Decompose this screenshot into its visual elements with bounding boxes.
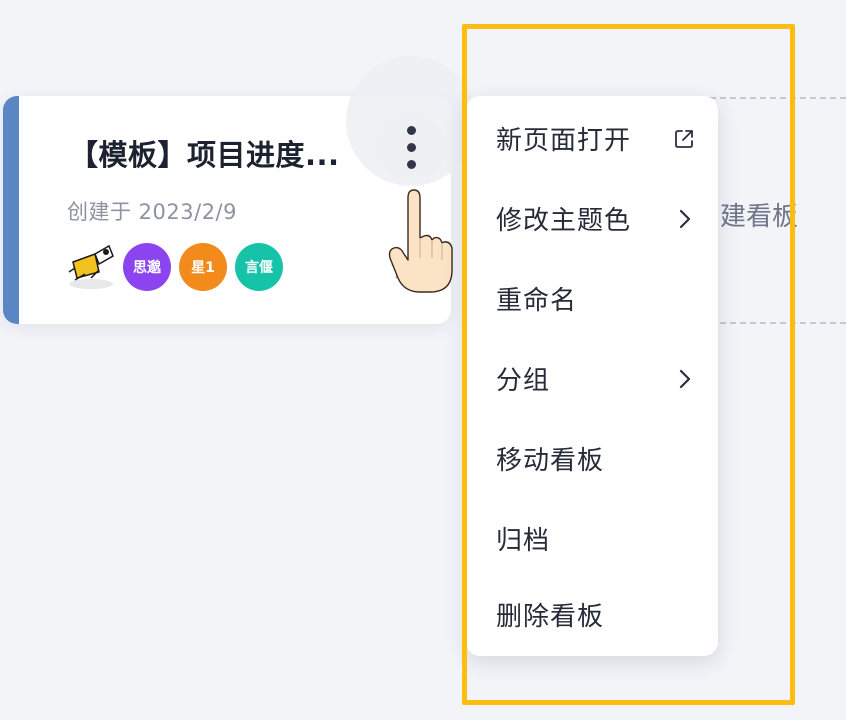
more-dot [406,142,416,152]
mascot-avatar [68,244,114,289]
more-dot [406,159,416,169]
more-options-button[interactable] [376,112,446,182]
board-created-date: 创建于 2023/2/9 [67,200,237,224]
board-list-area: 建看板 【模板】项目进度... 创建于 2023/2/9 思邈 星1 言偃 新页… [0,0,846,720]
highlight-box [462,24,795,705]
board-title[interactable]: 【模板】项目进度... [69,132,369,174]
card-accent-bar [3,96,19,324]
pointer-hand-icon [388,189,453,293]
more-dot [406,125,416,135]
avatar-member-3: 言偃 [235,243,283,291]
avatar-member-2: 星1 [179,243,227,291]
member-avatars: 思邈 星1 言偃 [65,242,291,292]
avatar-member-1: 思邈 [123,243,171,291]
